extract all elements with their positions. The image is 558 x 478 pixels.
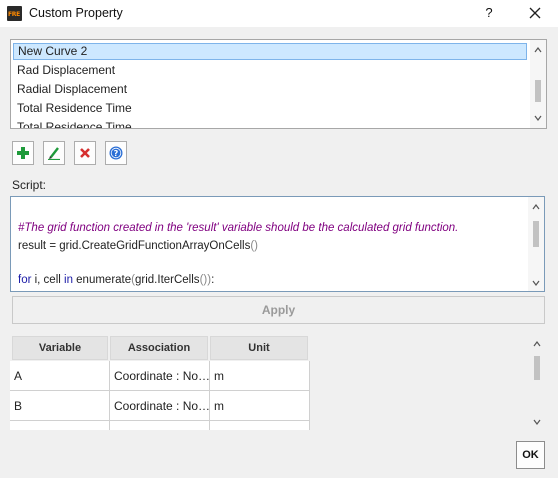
- scroll-down-icon[interactable]: [533, 418, 541, 426]
- svg-text:?: ?: [114, 149, 119, 158]
- table-cell-association[interactable]: Coordinate : No…: [110, 361, 210, 391]
- delete-button[interactable]: [74, 141, 96, 165]
- property-list[interactable]: New Curve 2 Rad Displacement Radial Disp…: [10, 39, 547, 129]
- apply-button[interactable]: Apply: [12, 296, 545, 324]
- table-cell-variable[interactable]: B: [10, 391, 110, 421]
- code-line: result = grid.CreateGridFunctionArrayOnC…: [18, 240, 259, 252]
- table-scroll-thumb[interactable]: [534, 356, 540, 380]
- list-item[interactable]: Rad Displacement: [13, 62, 527, 79]
- help-icon-button[interactable]: ?: [105, 141, 127, 165]
- ok-button[interactable]: OK: [516, 441, 545, 469]
- code-line: for i, cell in enumerate(grid.IterCells(…: [18, 274, 215, 286]
- script-editor[interactable]: #The grid function created in the 'resul…: [10, 196, 545, 292]
- script-label: Script:: [12, 178, 47, 192]
- column-header-unit[interactable]: Unit: [210, 336, 308, 360]
- table-cell-unit[interactable]: m: [210, 361, 310, 391]
- table-cell-unit[interactable]: m: [210, 391, 310, 421]
- table-scrollbar[interactable]: [529, 334, 545, 430]
- scroll-down-icon[interactable]: [532, 279, 540, 287]
- add-button[interactable]: [12, 141, 34, 165]
- edit-button[interactable]: [43, 141, 65, 165]
- code-line: #The grid function created in the 'resul…: [18, 222, 459, 234]
- list-item[interactable]: New Curve 2: [13, 43, 527, 60]
- close-button[interactable]: [522, 3, 548, 23]
- table-row[interactable]: [210, 421, 310, 430]
- table-row[interactable]: [110, 421, 210, 430]
- scroll-up-icon[interactable]: [533, 340, 541, 348]
- scroll-down-icon[interactable]: [534, 114, 542, 122]
- pencil-icon: [48, 147, 60, 160]
- table-cell-variable[interactable]: A: [10, 361, 110, 391]
- list-item[interactable]: Total Residence Time: [13, 100, 527, 117]
- list-item[interactable]: Total Residence Time: [13, 119, 527, 128]
- scroll-up-icon[interactable]: [534, 46, 542, 54]
- script-scrollbar[interactable]: [528, 197, 544, 291]
- x-icon: [80, 148, 90, 158]
- column-header-association[interactable]: Association: [110, 336, 208, 360]
- script-scroll-thumb[interactable]: [533, 221, 539, 247]
- app-icon-label: FRE: [8, 11, 20, 18]
- table-row[interactable]: [10, 421, 110, 430]
- list-scroll-thumb[interactable]: [535, 80, 541, 102]
- app-icon: FRE: [7, 6, 22, 21]
- help-icon: ?: [109, 146, 123, 160]
- variables-table: Variable Association Unit A Coordinate :…: [10, 334, 545, 430]
- plus-icon: [17, 147, 29, 159]
- close-icon: [529, 7, 541, 19]
- list-scrollbar[interactable]: [530, 40, 546, 128]
- title-bar: FRE Custom Property ?: [0, 0, 558, 27]
- help-button[interactable]: ?: [478, 3, 500, 23]
- window-title: Custom Property: [29, 6, 123, 20]
- table-cell-association[interactable]: Coordinate : No…: [110, 391, 210, 421]
- column-header-variable[interactable]: Variable: [12, 336, 108, 360]
- list-item[interactable]: Radial Displacement: [13, 81, 527, 98]
- scroll-up-icon[interactable]: [532, 203, 540, 211]
